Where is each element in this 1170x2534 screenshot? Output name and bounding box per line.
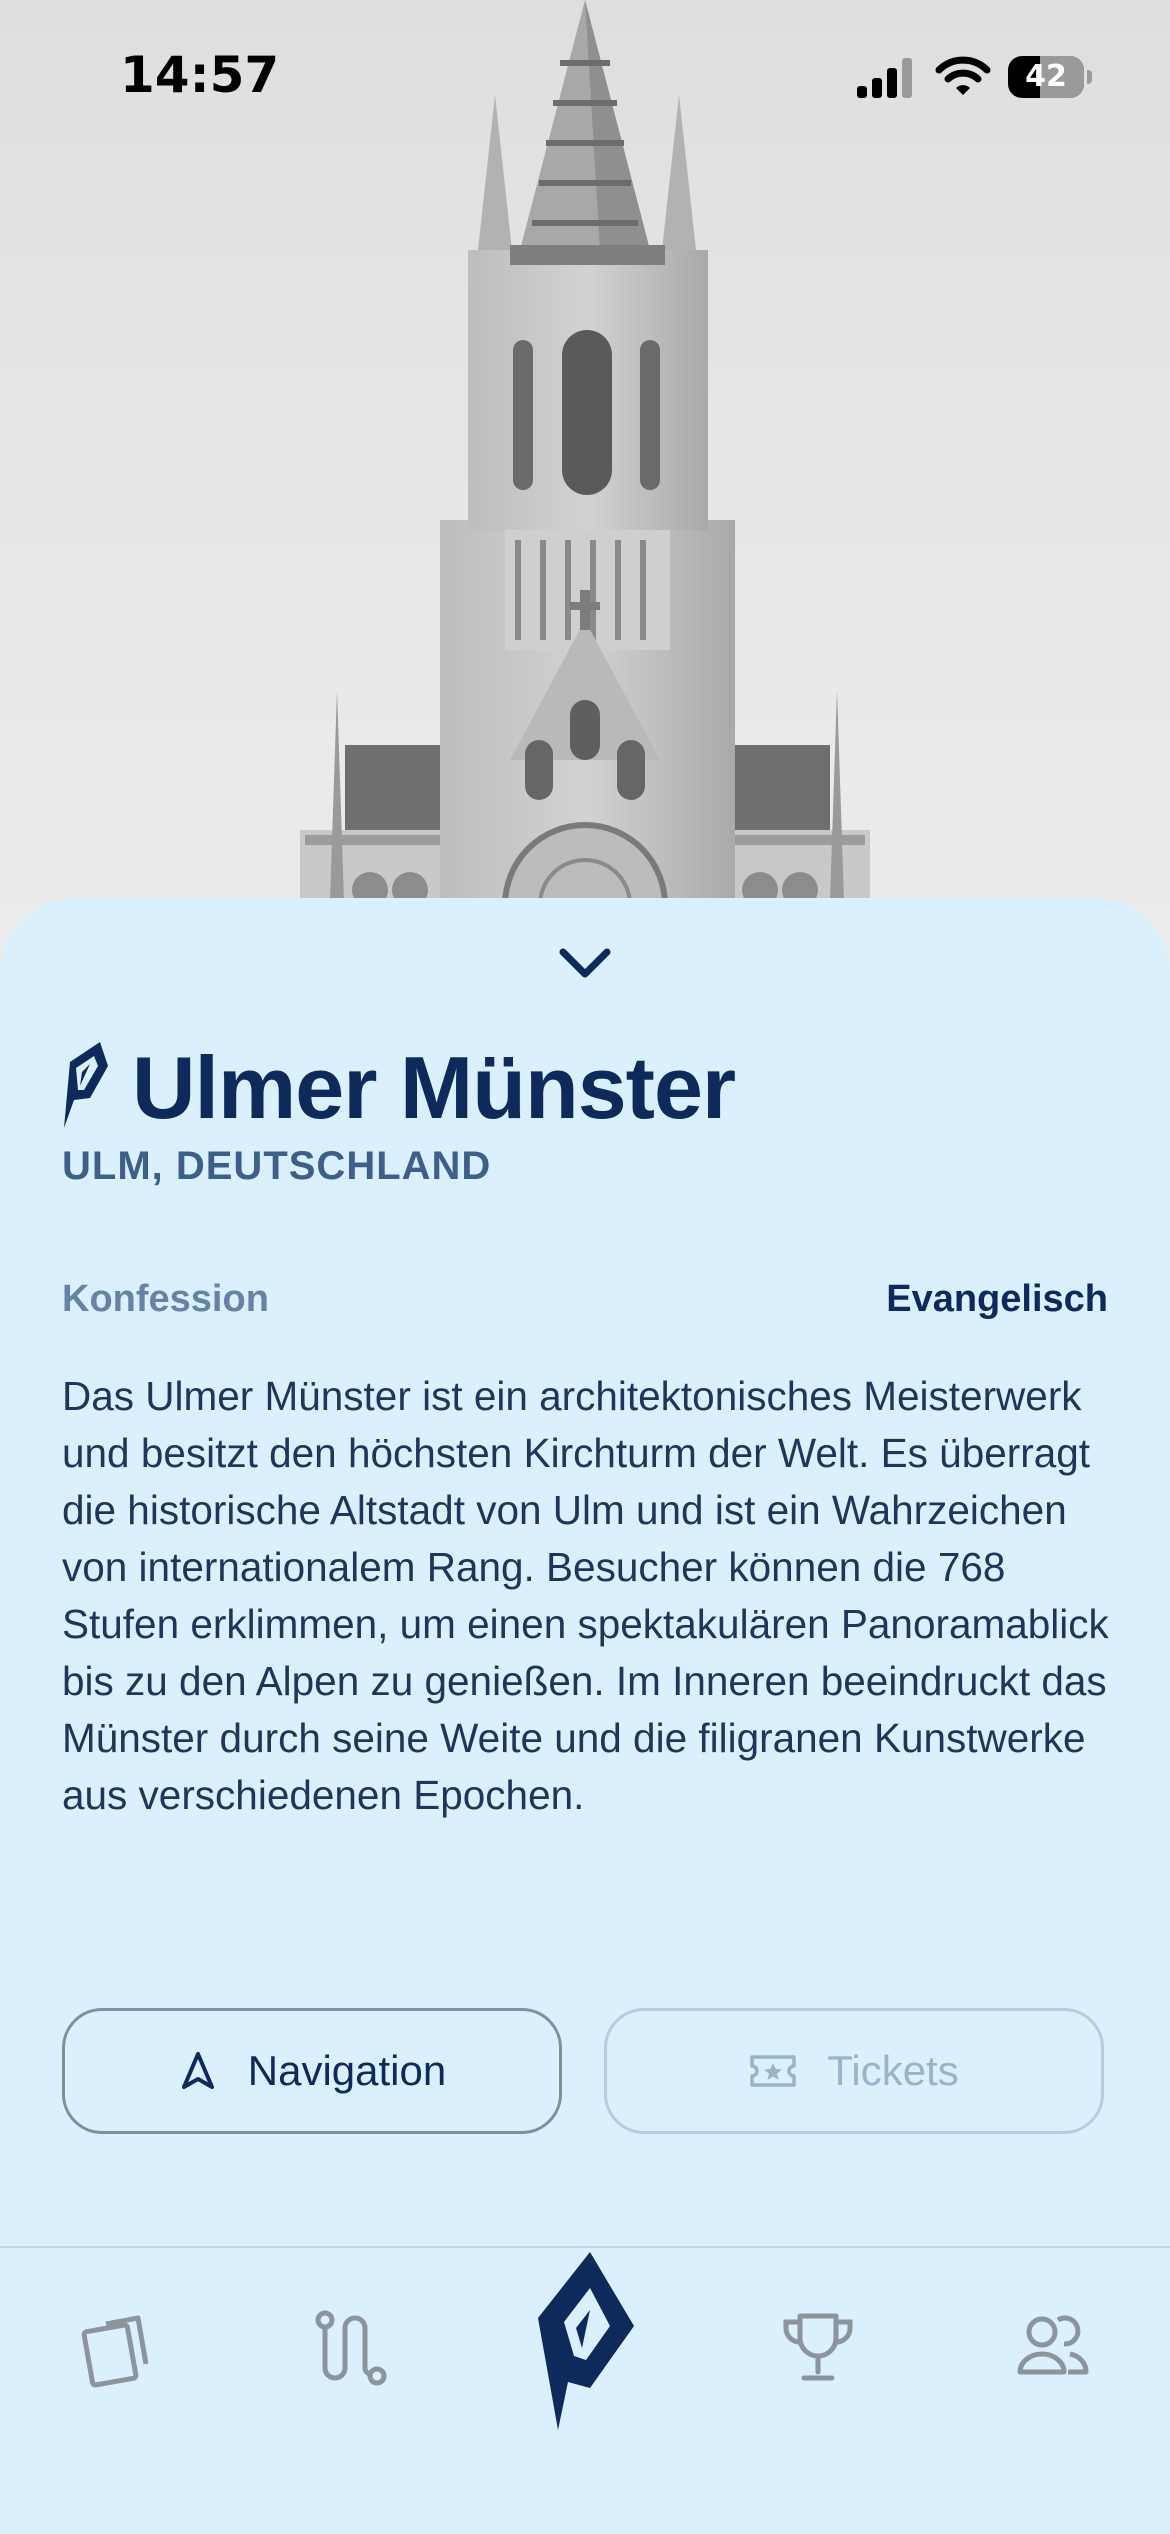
navigation-button-label: Navigation [247,2047,447,2094]
tab-routes[interactable] [311,2308,391,2388]
wifi-icon [935,56,991,95]
ticket-icon [750,2055,797,2087]
trophy-icon [783,2313,853,2381]
navigation-button[interactable]: Navigation [62,2008,562,2134]
tab-friends[interactable] [1012,2308,1092,2388]
tab-cards[interactable] [76,2308,156,2388]
app-logo-icon [538,2252,634,2430]
tab-achievements[interactable] [778,2308,858,2388]
location-subtitle: ULM, DEUTSCHLAND [62,1144,492,1188]
tickets-button-label: Tickets [827,2047,959,2094]
tab-bar [0,2246,1170,2534]
route-icon [315,2310,387,2386]
navigation-arrow-icon [181,2052,214,2089]
status-time: 14:57 [120,46,280,104]
cards-icon [81,2315,149,2388]
tab-home[interactable] [530,2248,640,2434]
meta-value: Evangelisch [886,1278,1108,1320]
page-title: Ulmer Münster [132,1038,736,1137]
tickets-button[interactable]: Tickets [604,2008,1104,2134]
signal-icon [857,58,912,98]
friends-icon [1017,2315,1089,2375]
description-text: Das Ulmer Münster ist ein architektonisc… [62,1373,1109,1818]
battery-icon: 42 [1008,56,1092,98]
battery-level: 42 [1025,59,1067,94]
status-bar: 14:57 42 [0,0,1170,150]
collapse-chevron-icon[interactable] [558,946,612,980]
app-logo-icon [64,1042,108,1128]
meta-label: Konfession [62,1278,269,1320]
